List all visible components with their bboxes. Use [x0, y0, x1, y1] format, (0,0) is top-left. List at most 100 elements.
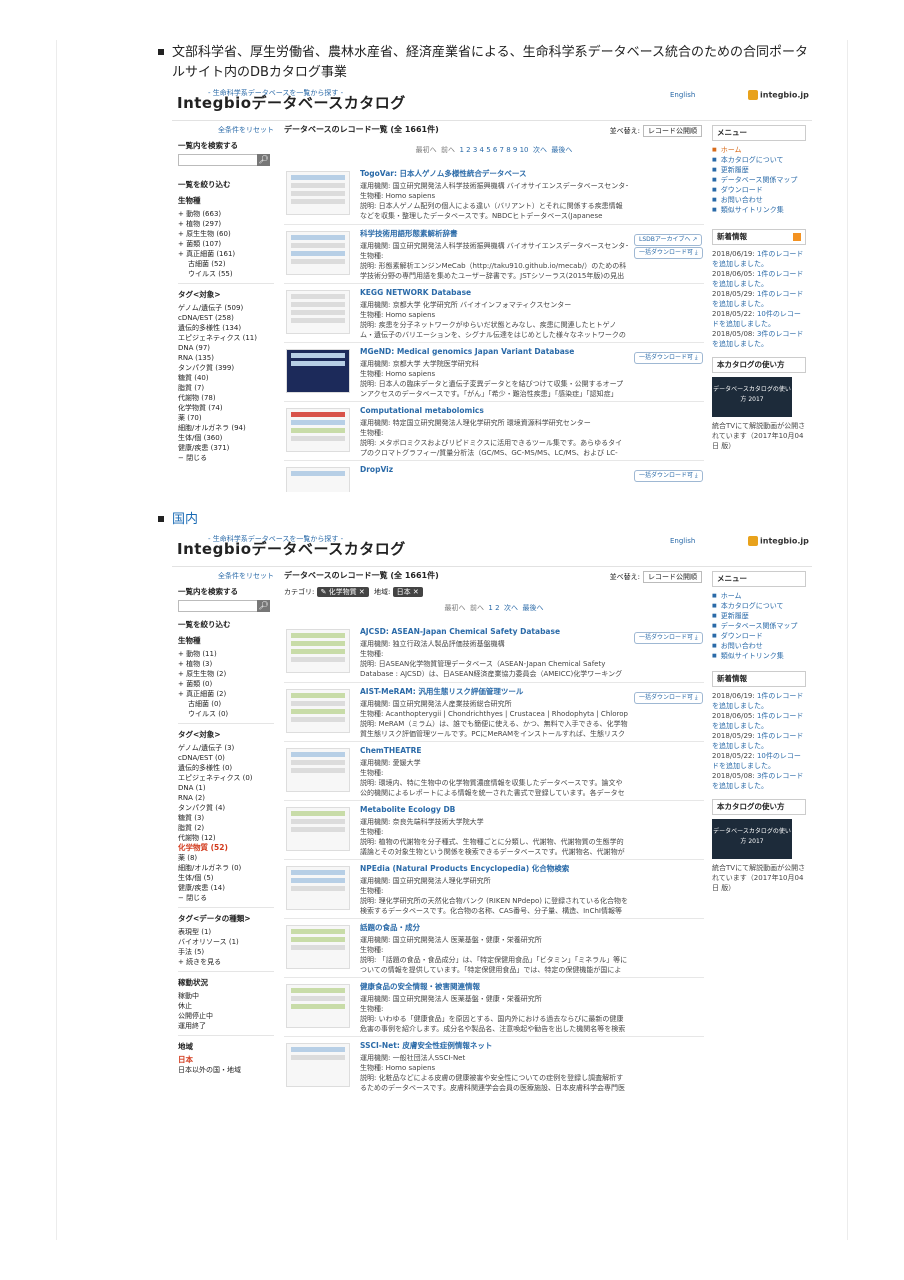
- organism-item[interactable]: ウイルス (55): [178, 269, 274, 279]
- sort-select[interactable]: レコード公開順: [643, 125, 702, 137]
- record-thumbnail[interactable]: [286, 925, 350, 969]
- menu-item[interactable]: データベース関係マップ: [712, 175, 806, 185]
- menu-item[interactable]: 本カタログについて: [712, 601, 806, 611]
- datatype-item[interactable]: 手法 (5): [178, 947, 274, 957]
- list-item[interactable]: 話題の食品・成分 運用機関: 国立研究開発法人 医薬基盤・健康・栄養研究所 生物…: [284, 918, 704, 977]
- collapse-link[interactable]: − 閉じる: [178, 893, 274, 903]
- organism-item[interactable]: + 動物 (663): [178, 209, 274, 219]
- menu-item-home[interactable]: ホーム: [712, 145, 806, 155]
- catalog-title[interactable]: Integbioデータベースカタログ: [177, 542, 406, 557]
- sort-control[interactable]: 並べ替え: レコード公開順: [610, 571, 702, 583]
- tag-item[interactable]: ゲノム/遺伝子 (3): [178, 743, 274, 753]
- record-thumbnail[interactable]: [286, 231, 350, 275]
- record-thumbnail[interactable]: [286, 467, 350, 492]
- bullet-link-domestic[interactable]: 国内: [172, 510, 198, 530]
- list-item[interactable]: 科学技術用語形態素解析辞書 運用機関: 国立研究開発法人科学技術振興機構 バイオ…: [284, 224, 704, 283]
- organism-item[interactable]: ウイルス (0): [178, 709, 274, 719]
- pager-first[interactable]: 最初へ: [416, 146, 437, 154]
- region-item-selected[interactable]: 日本: [178, 1055, 274, 1065]
- record-title[interactable]: MGeND: Medical genomics Japan Variant Da…: [360, 347, 628, 357]
- tag-item[interactable]: 薬 (70): [178, 413, 274, 423]
- show-more-link[interactable]: + 続きを見る: [178, 957, 274, 967]
- menu-item[interactable]: 更新履歴: [712, 165, 806, 175]
- tag-item[interactable]: cDNA/EST (0): [178, 753, 274, 763]
- search-icon[interactable]: 🔎︎: [257, 154, 270, 166]
- rss-icon[interactable]: [793, 233, 801, 241]
- pager-last[interactable]: 最後へ: [551, 146, 572, 154]
- tag-item[interactable]: 生体/個 (5): [178, 873, 274, 883]
- tag-item[interactable]: 細胞/オルガネラ (94): [178, 423, 274, 433]
- tag-item[interactable]: タンパク質 (4): [178, 803, 274, 813]
- list-item[interactable]: AIST-MeRAM: 汎用生態リスク評価管理ツール 運用機関: 国立研究開発法…: [284, 682, 704, 741]
- record-title[interactable]: 科学技術用語形態素解析辞書: [360, 229, 628, 239]
- sort-select[interactable]: レコード公開順: [643, 571, 702, 583]
- menu-item[interactable]: お問い合わせ: [712, 195, 806, 205]
- download-button[interactable]: 一括ダウンロード可 ⤓: [634, 470, 703, 482]
- tag-item[interactable]: 代謝物 (12): [178, 833, 274, 843]
- pager-next[interactable]: 次へ: [504, 604, 518, 612]
- record-title[interactable]: TogoVar: 日本人ゲノム多様性統合データベース: [360, 169, 628, 179]
- record-thumbnail[interactable]: [286, 1043, 350, 1087]
- region-item[interactable]: 日本以外の国・地域: [178, 1065, 274, 1075]
- tag-item[interactable]: 脂質 (2): [178, 823, 274, 833]
- menu-item[interactable]: 類似サイトリンク集: [712, 651, 806, 661]
- datatype-item[interactable]: バイオリソース (1): [178, 937, 274, 947]
- tag-item[interactable]: 脂質 (7): [178, 383, 274, 393]
- organism-item[interactable]: 古細菌 (52): [178, 259, 274, 269]
- tag-item[interactable]: 糖質 (3): [178, 813, 274, 823]
- menu-item[interactable]: 本カタログについて: [712, 155, 806, 165]
- search-input[interactable]: 🔎︎: [178, 154, 270, 166]
- status-item[interactable]: 稼動中: [178, 991, 274, 1001]
- menu-item[interactable]: 更新履歴: [712, 611, 806, 621]
- organism-item[interactable]: + 菌類 (107): [178, 239, 274, 249]
- tag-item[interactable]: 遺伝的多様性 (134): [178, 323, 274, 333]
- integbio-logo[interactable]: integbio.jp: [748, 90, 809, 101]
- list-item[interactable]: 健康食品の安全情報・被害関連情報 運用機関: 国立研究開発法人 医薬基盤・健康・…: [284, 977, 704, 1036]
- tag-item[interactable]: エピジェネティクス (0): [178, 773, 274, 783]
- catalog-title[interactable]: Integbioデータベースカタログ: [177, 96, 406, 111]
- record-title[interactable]: NPEdia (Natural Products Encyclopedia) 化…: [360, 864, 628, 874]
- record-title[interactable]: KEGG NETWORK Database: [360, 288, 628, 298]
- organism-item[interactable]: + 植物 (3): [178, 659, 274, 669]
- pager-pages[interactable]: 1 2 3 4 5 6 7 8 9 10: [459, 146, 528, 154]
- menu-item[interactable]: ダウンロード: [712, 631, 806, 641]
- record-title[interactable]: 話題の食品・成分: [360, 923, 628, 933]
- list-item[interactable]: AJCSD: ASEAN-Japan Chemical Safety Datab…: [284, 623, 704, 682]
- download-button[interactable]: 一括ダウンロード可 ⤓: [634, 632, 703, 644]
- tag-item[interactable]: 糖質 (40): [178, 373, 274, 383]
- tag-item[interactable]: 薬 (8): [178, 853, 274, 863]
- organism-item[interactable]: + 動物 (11): [178, 649, 274, 659]
- list-item[interactable]: SSCI-Net: 皮膚安全性症例情報ネット 運用機関: 一般社団法人SSCI-…: [284, 1036, 704, 1095]
- list-item[interactable]: NPEdia (Natural Products Encyclopedia) 化…: [284, 859, 704, 918]
- record-thumbnail[interactable]: [286, 984, 350, 1028]
- organism-item[interactable]: + 植物 (297): [178, 219, 274, 229]
- record-thumbnail[interactable]: [286, 807, 350, 851]
- filter-chip-category[interactable]: ✎ 化学物質 ✕: [316, 587, 369, 597]
- integbio-logo[interactable]: integbio.jp: [748, 536, 809, 547]
- search-icon[interactable]: 🔎︎: [257, 600, 270, 612]
- tag-item[interactable]: 化学物質 (74): [178, 403, 274, 413]
- tag-item[interactable]: 遺伝的多様性 (0): [178, 763, 274, 773]
- record-title[interactable]: 健康食品の安全情報・被害関連情報: [360, 982, 628, 992]
- menu-item-home[interactable]: ホーム: [712, 591, 806, 601]
- list-item[interactable]: ChemTHEATRE 運用機関: 愛媛大学 生物種: 説明: 環境内、特に生物…: [284, 741, 704, 800]
- list-item[interactable]: Metabolite Ecology DB 運用機関: 奈良先端科学技術大学院大…: [284, 800, 704, 859]
- record-title[interactable]: DropViz: [360, 465, 628, 475]
- menu-item[interactable]: 類似サイトリンク集: [712, 205, 806, 215]
- record-thumbnail[interactable]: [286, 689, 350, 733]
- search-input[interactable]: 🔎︎: [178, 600, 270, 612]
- pager-first[interactable]: 最初へ: [445, 604, 466, 612]
- tag-item[interactable]: エピジェネティクス (11): [178, 333, 274, 343]
- download-button[interactable]: 一括ダウンロード可 ⤓: [634, 692, 703, 704]
- tag-item[interactable]: 健康/疾患 (14): [178, 883, 274, 893]
- tag-item[interactable]: DNA (1): [178, 783, 274, 793]
- record-title[interactable]: Metabolite Ecology DB: [360, 805, 628, 815]
- record-title[interactable]: ChemTHEATRE: [360, 746, 628, 756]
- record-thumbnail[interactable]: [286, 290, 350, 334]
- status-item[interactable]: 休止: [178, 1001, 274, 1011]
- organism-item[interactable]: + 原生生物 (60): [178, 229, 274, 239]
- tag-item-selected[interactable]: 化学物質 (52): [178, 843, 274, 853]
- tag-item[interactable]: ゲノム/遺伝子 (509): [178, 303, 274, 313]
- pager-prev[interactable]: 前へ: [441, 146, 455, 154]
- pager-last[interactable]: 最後へ: [522, 604, 543, 612]
